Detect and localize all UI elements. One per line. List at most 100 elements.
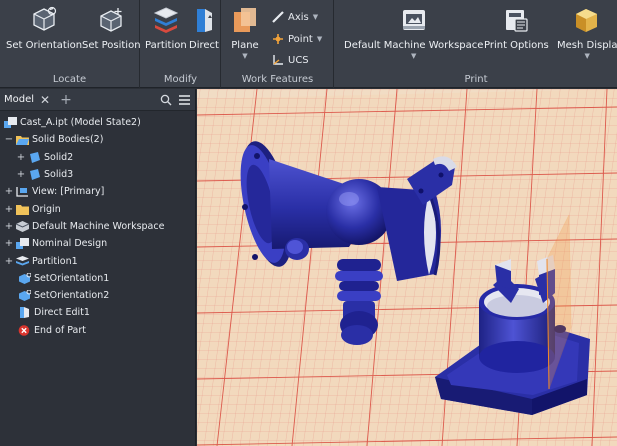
ucs-button[interactable]: UCS — [272, 54, 309, 66]
group-print: Default Machine Workspace ▼ Print Option… — [335, 0, 617, 88]
part-icon — [4, 117, 17, 129]
tree-item-cast-a[interactable]: Cast_A.ipt (Model State2) — [0, 114, 195, 131]
group-title-work-features: Work Features — [241, 74, 314, 85]
model-browser-panel: Model ✕ + Cast_A.ipt (Model State2) − So… — [0, 89, 196, 446]
solid-body-icon — [30, 151, 40, 163]
point-dropdown-icon[interactable]: ▼ — [317, 35, 322, 43]
axis-icon — [272, 11, 284, 23]
expand-icon[interactable]: + — [4, 186, 14, 197]
mesh-display-button[interactable]: Mesh Displa ▼ — [557, 6, 617, 60]
view-icon — [16, 187, 28, 197]
set-orientation-button[interactable]: Set Orientation — [6, 6, 82, 51]
add-tab-icon[interactable]: + — [60, 92, 72, 108]
browser-tools — [160, 94, 191, 106]
tree-item-label: SetOrientation2 — [34, 290, 110, 302]
tree-item-end-of-part[interactable]: End of Part — [0, 322, 195, 339]
set-orientation-icon — [29, 6, 59, 34]
tree-item-label: End of Part — [34, 324, 87, 336]
model-tab[interactable]: Model — [4, 94, 34, 105]
partition-label: Partition — [145, 40, 187, 51]
viewport-canvas — [197, 89, 617, 446]
collapse-icon[interactable]: − — [4, 134, 14, 145]
axis-dropdown-icon[interactable]: ▼ — [313, 13, 318, 21]
tree-item-origin[interactable]: + Origin — [0, 200, 195, 217]
axis-button[interactable]: Axis ▼ — [272, 11, 318, 23]
expand-icon[interactable]: + — [16, 152, 26, 163]
graphics-viewport[interactable] — [197, 89, 617, 446]
tree-item-label: SetOrientation1 — [34, 272, 110, 284]
ucs-label: UCS — [288, 54, 309, 66]
tree-item-partition1[interactable]: + Partition1 — [0, 252, 195, 269]
partition-icon — [16, 255, 29, 266]
set-position-label: Set Position — [82, 40, 141, 51]
browser-tree: Cast_A.ipt (Model State2) − Solid Bodies… — [0, 111, 195, 339]
menu-icon[interactable] — [178, 94, 191, 106]
mesh-display-icon — [572, 6, 602, 34]
group-modify: Partition Direct Modify — [141, 0, 221, 88]
tree-item-solid3[interactable]: + Solid3 — [0, 166, 195, 183]
group-locate: Set Orientation Set Position Locate — [0, 0, 141, 88]
expand-icon[interactable]: + — [4, 221, 14, 232]
mesh-display-dropdown-icon[interactable]: ▼ — [585, 52, 590, 60]
tree-item-nominal-design[interactable]: + Nominal Design — [0, 235, 195, 252]
tree-item-label: Direct Edit1 — [34, 307, 90, 319]
tree-item-label: Cast_A.ipt (Model State2) — [20, 117, 141, 129]
end-of-part-icon — [18, 324, 30, 336]
point-label: Point — [288, 33, 313, 45]
mesh-display-label: Mesh Displa — [557, 40, 617, 51]
solid-body-icon — [30, 169, 40, 181]
tree-item-label: Solid2 — [44, 151, 74, 163]
partition-button[interactable]: Partition — [145, 6, 187, 51]
set-orientation-label: Set Orientation — [6, 40, 83, 51]
folder-open-icon — [16, 136, 29, 146]
direct-button[interactable]: Direct — [189, 6, 219, 51]
tree-item-label: Nominal Design — [32, 238, 108, 250]
folder-icon — [16, 204, 29, 215]
expand-icon[interactable]: + — [4, 256, 14, 267]
plane-label: Plane — [231, 40, 259, 51]
part-icon — [16, 238, 29, 250]
ucs-icon — [273, 55, 283, 65]
direct-edit-icon — [20, 307, 29, 319]
group-title-modify: Modify — [163, 74, 198, 85]
expand-icon[interactable]: + — [16, 169, 26, 180]
default-machine-workspace-button[interactable]: Default Machine Workspace ▼ — [344, 6, 483, 60]
default-machine-workspace-label: Default Machine Workspace — [344, 40, 484, 51]
tree-item-label: Solid Bodies(2) — [32, 134, 104, 146]
expand-icon[interactable]: + — [4, 204, 14, 215]
plane-button[interactable]: Plane ▼ — [230, 6, 260, 60]
tree-item-direct-edit1[interactable]: Direct Edit1 — [0, 304, 195, 321]
axis-label: Axis — [288, 11, 309, 23]
direct-edit-icon — [189, 6, 219, 34]
orientation-icon — [19, 290, 31, 302]
machine-workspace-icon — [399, 6, 429, 34]
point-button[interactable]: Point ▼ — [272, 33, 322, 45]
workspace-icon — [16, 220, 29, 232]
direct-label: Direct — [189, 40, 219, 51]
print-options-button[interactable]: Print Options — [484, 6, 549, 51]
tree-item-view-primary[interactable]: + View: [Primary] — [0, 183, 195, 200]
group-title-print: Print — [464, 74, 488, 85]
tree-item-setorientation1[interactable]: SetOrientation1 — [0, 270, 195, 287]
set-position-icon — [96, 6, 126, 34]
tree-item-solid-bodies[interactable]: − Solid Bodies(2) — [0, 131, 195, 148]
tree-item-label: Origin — [32, 203, 61, 215]
point-icon — [273, 34, 283, 44]
tree-item-setorientation2[interactable]: SetOrientation2 — [0, 287, 195, 304]
expand-icon[interactable]: + — [4, 238, 14, 249]
tree-item-solid2[interactable]: + Solid2 — [0, 149, 195, 166]
print-options-icon — [501, 6, 531, 34]
search-icon[interactable] — [160, 94, 172, 106]
tree-item-label: View: [Primary] — [32, 186, 105, 198]
set-position-button[interactable]: Set Position — [82, 6, 141, 51]
print-options-label: Print Options — [484, 40, 549, 51]
machine-workspace-dropdown-icon[interactable]: ▼ — [411, 52, 416, 60]
tree-item-default-machine-workspace[interactable]: + Default Machine Workspace — [0, 218, 195, 235]
browser-tab-bar: Model ✕ + — [0, 89, 195, 111]
tree-item-label: Partition1 — [32, 255, 78, 267]
group-title-locate: Locate — [52, 74, 87, 85]
close-icon[interactable]: ✕ — [40, 93, 50, 107]
plane-dropdown-icon[interactable]: ▼ — [242, 52, 247, 60]
plane-icon — [230, 6, 260, 34]
group-work-features: Plane ▼ Axis ▼ Point ▼ UCS Work Features — [222, 0, 334, 88]
